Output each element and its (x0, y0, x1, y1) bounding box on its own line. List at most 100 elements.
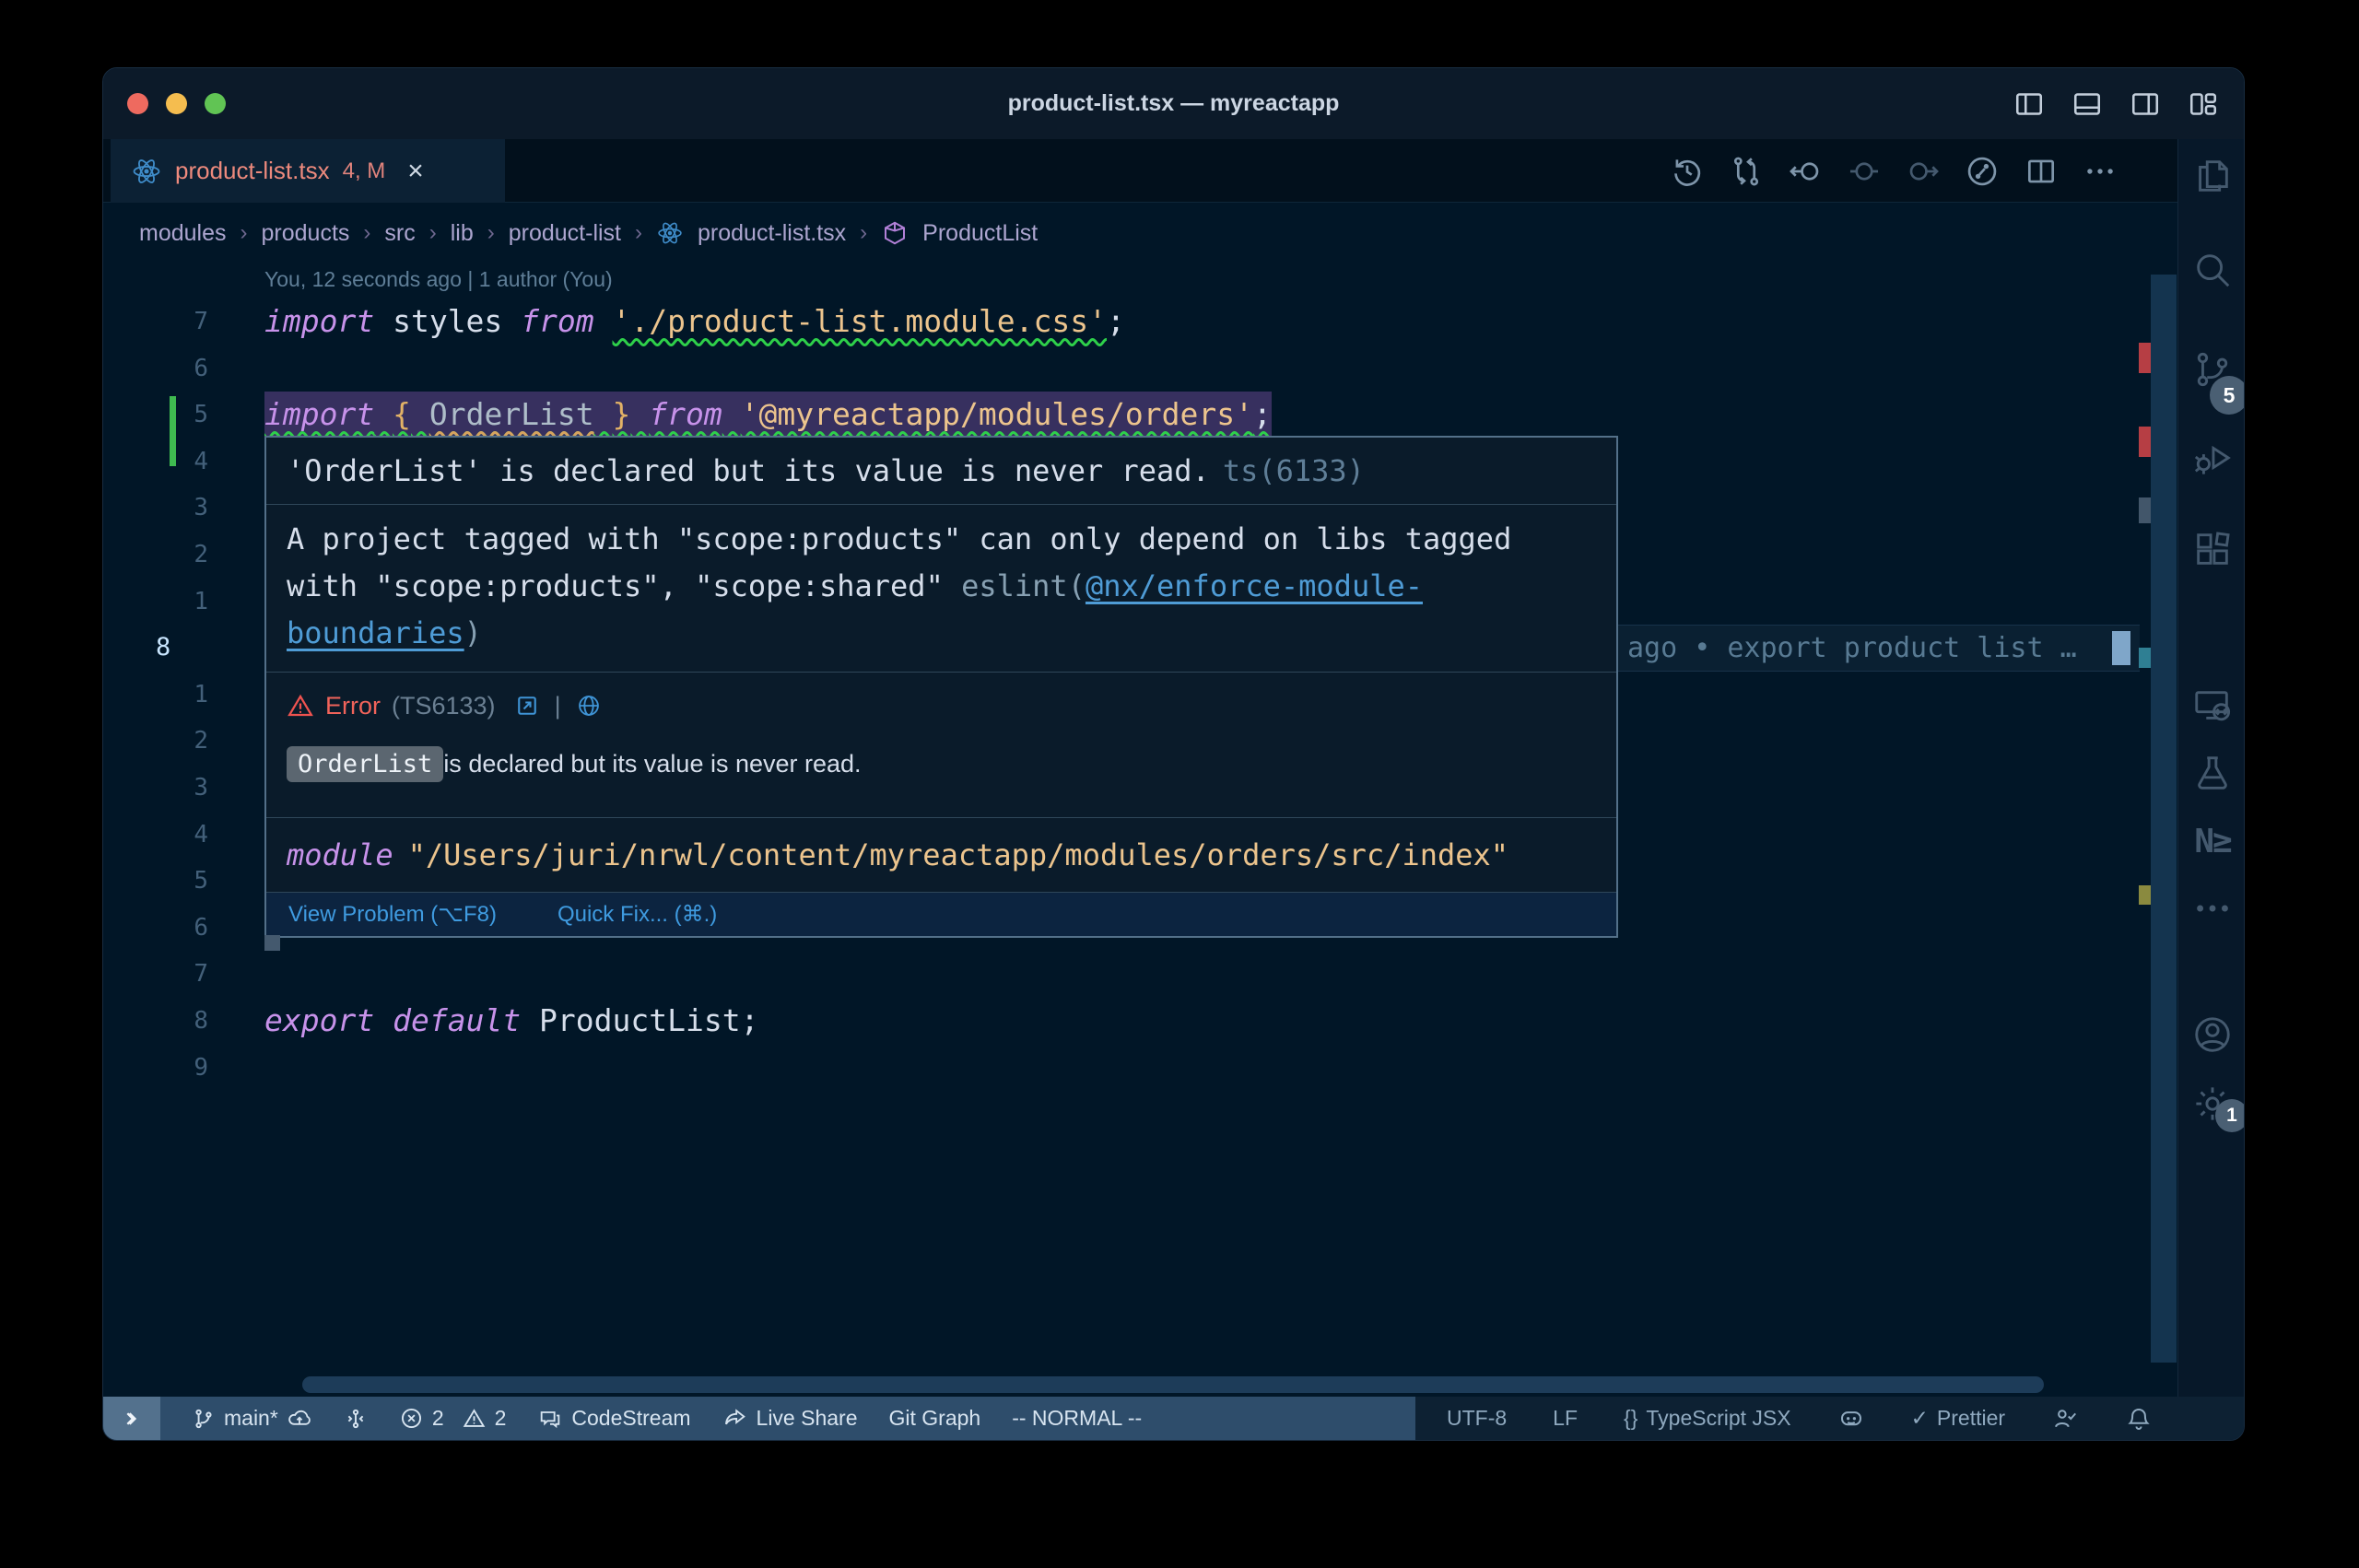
symbol-cube-icon (881, 219, 909, 247)
language-mode-item[interactable]: {} TypeScript JSX (1624, 1406, 1791, 1431)
open-changes-icon[interactable] (1965, 154, 2000, 189)
code-line-import-orderlist: import { OrderList } from '@myreactapp/m… (264, 392, 1272, 439)
remote-explorer-icon[interactable] (2191, 685, 2234, 727)
vscode-window: product-list.tsx — myreactapp product-li… (102, 67, 2245, 1441)
git-commits-item[interactable] (344, 1407, 368, 1431)
tab-close-icon[interactable]: × (407, 158, 424, 185)
tab-product-list[interactable]: product-list.tsx 4, M × (111, 139, 505, 203)
error-squiggle-statement: import { OrderList } from '@myreactapp/m… (264, 396, 1272, 432)
ts-error-code: ts(6133) (1223, 453, 1365, 488)
breadcrumb-file[interactable]: product-list.tsx (698, 220, 846, 247)
publish-cloud-icon (287, 1406, 312, 1432)
unused-identifier: OrderList (429, 396, 594, 432)
notifications-bell-icon[interactable] (2125, 1405, 2153, 1433)
line-number-gutter: 7 6 5 4 3 2 1 8 1 2 3 4 5 6 7 8 9 (156, 298, 208, 1091)
git-graph-item[interactable]: Git Graph (889, 1406, 981, 1431)
live-share-item[interactable]: Live Share (722, 1406, 858, 1432)
breadcrumb-lib[interactable]: lib (451, 220, 474, 247)
react-file-icon (656, 219, 684, 247)
warning-count-icon (462, 1406, 487, 1431)
line-number: 9 (156, 1045, 208, 1092)
git-branch-item[interactable]: main* (192, 1406, 312, 1432)
line-number: 4 (156, 812, 208, 859)
eol-item[interactable]: LF (1553, 1406, 1578, 1431)
current-line-highlight: ago • export product list … (1618, 625, 2140, 672)
testing-beaker-icon[interactable] (2191, 752, 2234, 794)
ruler-error-mark (2139, 427, 2151, 457)
toggle-panel-icon[interactable] (2071, 88, 2104, 121)
tab-bar: product-list.tsx 4, M × (103, 139, 2177, 203)
more-actions-icon[interactable] (2083, 154, 2118, 189)
problems-item[interactable]: 2 2 (399, 1406, 507, 1431)
line-number: 7 (156, 951, 208, 998)
quick-fix-link[interactable]: Quick Fix... (⌘.) (557, 901, 717, 928)
nx-console-icon[interactable]: N≥ (2191, 820, 2234, 862)
error-label: Error (325, 692, 381, 720)
prettier-item[interactable]: ✓ Prettier (1911, 1406, 2005, 1431)
toggle-sidebar-right-icon[interactable] (2129, 88, 2162, 121)
run-debug-icon[interactable] (2191, 437, 2234, 479)
breadcrumb-src[interactable]: src (384, 220, 415, 247)
line-number: 7 (156, 298, 208, 345)
titlebar: product-list.tsx — myreactapp (103, 68, 2244, 139)
extensions-icon[interactable] (2191, 528, 2234, 570)
breadcrumb-modules[interactable]: modules (139, 220, 227, 247)
error-count-icon (399, 1406, 424, 1431)
line-number: 2 (156, 532, 208, 579)
breadcrumb: modules › products › src › lib › product… (103, 203, 2177, 263)
line-number: 1 (156, 672, 208, 719)
line-number: 1 (156, 579, 208, 626)
line-number: 8 (156, 998, 208, 1045)
view-problem-link[interactable]: View Problem (⌥F8) (288, 901, 497, 928)
tooltip-actions: View Problem (⌥F8) Quick Fix... (⌘.) (266, 893, 1616, 936)
current-line-number: 8 (156, 625, 208, 672)
tooltip-error-detail: OrderList is declared but its value is n… (287, 746, 1596, 782)
breadcrumb-products[interactable]: products (262, 220, 350, 247)
codelens-blame[interactable]: You, 12 seconds ago | 1 author (You) (264, 267, 613, 292)
check-icon: ✓ (1911, 1406, 1929, 1431)
search-icon[interactable] (2191, 249, 2234, 291)
remote-indicator[interactable] (103, 1397, 160, 1440)
vim-mode-indicator: -- NORMAL -- (1012, 1406, 1142, 1431)
previous-change-icon[interactable] (1788, 154, 1823, 189)
tooltip-eslint-message: A project tagged with "scope:products" c… (266, 505, 1616, 673)
ruler-error-mark (2139, 343, 2151, 373)
next-change-icon[interactable] (1906, 154, 1941, 189)
external-link-icon[interactable] (514, 693, 540, 719)
account-icon[interactable] (2191, 1013, 2234, 1056)
customize-layout-icon[interactable] (2187, 88, 2220, 121)
activity-bar: 5 N≥ 1 (2177, 139, 2245, 1397)
code-line-export-default: export default ProductList; (264, 998, 758, 1045)
scm-changes-badge: 5 (2210, 376, 2245, 415)
split-editor-icon[interactable] (2024, 154, 2059, 189)
breadcrumb-symbol[interactable]: ProductList (922, 220, 1038, 247)
explorer-icon[interactable] (2191, 155, 2234, 197)
line-number: 6 (156, 345, 208, 392)
person-check-icon[interactable] (2051, 1405, 2079, 1433)
eslint-rule-link[interactable]: @nx/enforce-module- (1086, 568, 1423, 603)
change-marker-icon[interactable] (1847, 154, 1882, 189)
eslint-rule-link[interactable]: boundaries (287, 615, 464, 650)
ruler-cursor-mark (2139, 648, 2151, 668)
additional-views-icon[interactable] (2191, 887, 2234, 930)
timeline-history-icon[interactable] (1670, 154, 1705, 189)
breadcrumb-product-list[interactable]: product-list (509, 220, 621, 247)
error-hover-tooltip: 'OrderList' is declared but its value is… (264, 436, 1618, 938)
tab-label: product-list.tsx (175, 157, 330, 185)
tooltip-resize-grip[interactable] (264, 935, 280, 951)
inline-blame-annotation: ago • export product list … (1627, 626, 2077, 671)
horizontal-scrollbar[interactable] (302, 1376, 2044, 1393)
compare-changes-icon[interactable] (1729, 154, 1764, 189)
copilot-icon[interactable] (1837, 1405, 1865, 1433)
window-title: product-list.tsx — myreactapp (103, 68, 2244, 139)
ruler-warning-mark (2139, 885, 2151, 905)
codestream-item[interactable]: CodeStream (537, 1406, 690, 1432)
encoding-item[interactable]: UTF-8 (1447, 1406, 1507, 1431)
globe-icon[interactable] (576, 693, 602, 719)
vertical-scrollbar[interactable] (2151, 275, 2177, 1363)
toggle-sidebar-left-icon[interactable] (2013, 88, 2046, 121)
branch-name: main* (224, 1406, 278, 1431)
status-bar-right: UTF-8 LF {} TypeScript JSX ✓ Prettier (1415, 1397, 2245, 1440)
error-squiggle-string: './product-list.module.css' (613, 303, 1107, 339)
tooltip-error-row: Error(TS6133) | (287, 673, 1596, 739)
